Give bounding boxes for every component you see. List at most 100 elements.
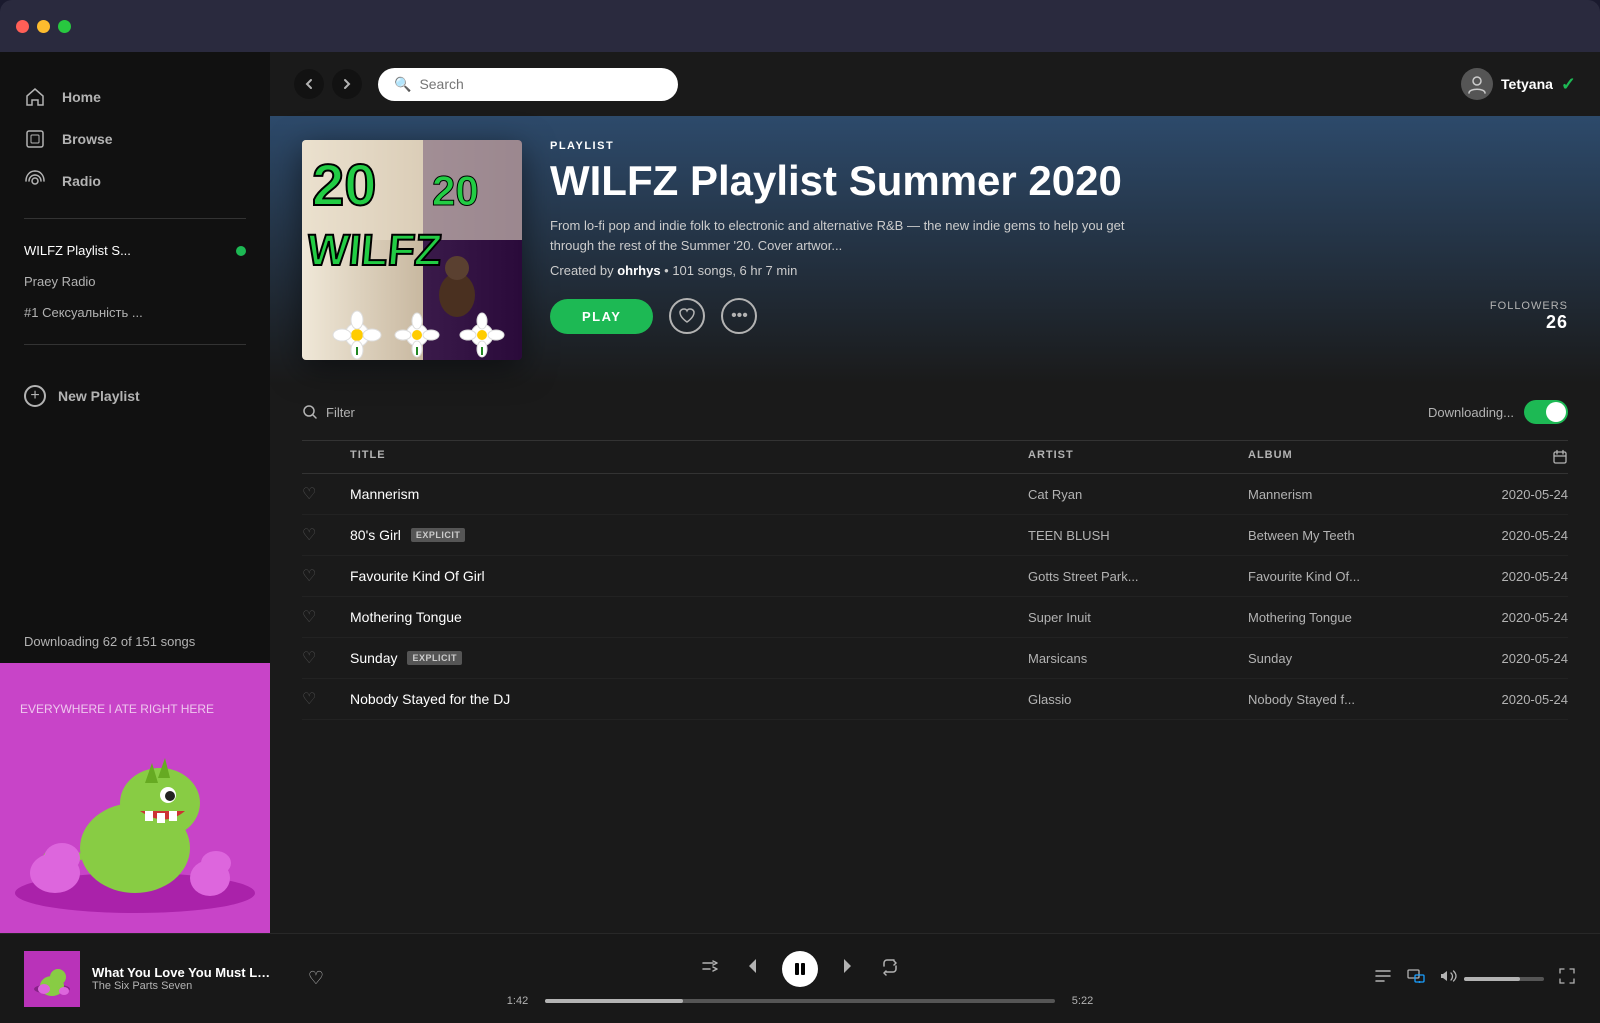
followers-label: FOLLOWERS: [1490, 300, 1568, 312]
playlist-title: WILFZ Playlist Summer 2020: [550, 158, 1568, 204]
volume-track[interactable]: [1464, 977, 1544, 981]
track-heart[interactable]: ♡: [302, 689, 350, 709]
sidebar-album-placeholder: EVERYWHERE I ATE RIGHT HERE: [0, 663, 270, 933]
col-artist-header: ARTIST: [1028, 449, 1248, 465]
sidebar-divider: [24, 218, 246, 219]
check-icon: ✓: [1561, 74, 1576, 95]
queue-button[interactable]: [1374, 967, 1392, 990]
title-bar: [0, 0, 1600, 52]
repeat-button[interactable]: [880, 956, 900, 982]
progress-track[interactable]: [545, 999, 1055, 1003]
shuffle-button[interactable]: [700, 956, 720, 982]
track-row[interactable]: ♡ Mannerism Cat Ryan Mannerism 2020-05-2…: [302, 474, 1568, 515]
volume-icon[interactable]: [1440, 967, 1458, 990]
more-options-button[interactable]: •••: [721, 298, 757, 334]
track-date: 2020-05-24: [1468, 651, 1568, 666]
svg-text:20: 20: [432, 167, 479, 214]
sidebar-item-browse[interactable]: Browse: [0, 118, 270, 160]
main-content: 🔍 Tetyana ✓: [270, 52, 1600, 933]
track-heart[interactable]: ♡: [302, 525, 350, 545]
sidebar-divider-2: [24, 344, 246, 345]
track-artist: Marsicans: [1028, 651, 1248, 666]
track-row[interactable]: ♡ Mothering Tongue Super Inuit Mothering…: [302, 597, 1568, 638]
like-button[interactable]: [669, 298, 705, 334]
track-date: 2020-05-24: [1468, 487, 1568, 502]
track-album: Sunday: [1248, 651, 1468, 666]
time-total: 5:22: [1065, 995, 1100, 1007]
sidebar-bottom: Downloading 62 of 151 songs: [0, 423, 270, 933]
download-toggle[interactable]: [1524, 400, 1568, 424]
home-icon: [24, 86, 46, 108]
svg-text:EVERYWHERE I ATE RIGHT HERE: EVERYWHERE I ATE RIGHT HERE: [20, 702, 214, 716]
browse-label: Browse: [62, 131, 113, 147]
close-button[interactable]: [16, 20, 29, 33]
track-row[interactable]: ♡ Sunday EXPLICIT Marsicans Sunday 2020-…: [302, 638, 1568, 679]
forward-button[interactable]: [332, 69, 362, 99]
sidebar-item-radio[interactable]: Radio: [0, 160, 270, 202]
nav-arrows: [294, 69, 362, 99]
track-date: 2020-05-24: [1468, 610, 1568, 625]
track-title-cell: 80's Girl EXPLICIT: [350, 527, 1028, 543]
username-label: Tetyana: [1501, 76, 1553, 92]
new-playlist-button[interactable]: + New Playlist: [0, 369, 270, 423]
app-container: Home Browse Radio: [0, 52, 1600, 933]
track-name: Mannerism: [350, 486, 419, 502]
search-icon: 🔍: [394, 76, 411, 93]
track-date: 2020-05-24: [1468, 528, 1568, 543]
maximize-button[interactable]: [58, 20, 71, 33]
home-label: Home: [62, 89, 101, 105]
track-name: 80's Girl: [350, 527, 401, 543]
back-button[interactable]: [294, 69, 324, 99]
track-album: Mothering Tongue: [1248, 610, 1468, 625]
active-playlist-dot: [236, 246, 246, 256]
sidebar-album-art: EVERYWHERE I ATE RIGHT HERE: [0, 663, 270, 933]
filter-input-area[interactable]: Filter: [302, 404, 355, 420]
track-heart[interactable]: ♡: [302, 648, 350, 668]
player-bar: What You Love You Must Love Now The Six …: [0, 933, 1600, 1023]
playlist-cover: 20 WILFZ 20: [302, 140, 522, 360]
devices-button[interactable]: [1406, 966, 1426, 991]
download-status: Downloading 62 of 151 songs: [0, 621, 270, 663]
now-playing-heart-button[interactable]: ♡: [308, 968, 324, 989]
track-heart[interactable]: ♡: [302, 484, 350, 504]
now-playing-info: What You Love You Must Love Now The Six …: [92, 965, 296, 992]
sidebar-playlist-wilfz[interactable]: WILFZ Playlist S...: [0, 235, 270, 266]
track-album: Favourite Kind Of...: [1248, 569, 1468, 584]
filter-placeholder: Filter: [326, 405, 355, 420]
now-playing-artist: The Six Parts Seven: [92, 980, 296, 992]
downloading-label: Downloading...: [1428, 405, 1514, 420]
svg-text:20: 20: [312, 153, 377, 218]
user-avatar: [1461, 68, 1493, 100]
next-button[interactable]: [838, 955, 860, 983]
sidebar-item-home[interactable]: Home: [0, 76, 270, 118]
track-heart[interactable]: ♡: [302, 566, 350, 586]
sidebar-playlist-praey[interactable]: Praey Radio: [0, 266, 270, 297]
track-row[interactable]: ♡ Nobody Stayed for the DJ Glassio Nobod…: [302, 679, 1568, 720]
previous-button[interactable]: [740, 955, 762, 983]
user-area: Tetyana ✓: [1461, 68, 1576, 100]
wilfz-playlist-label: WILFZ Playlist S...: [24, 243, 131, 258]
followers-info: FOLLOWERS 26: [1490, 300, 1568, 333]
search-input[interactable]: [419, 76, 662, 92]
play-button[interactable]: PLAY: [550, 299, 653, 334]
add-playlist-icon: +: [24, 385, 46, 407]
track-heart[interactable]: ♡: [302, 607, 350, 627]
pause-button[interactable]: [782, 951, 818, 987]
track-name: Sunday: [350, 650, 397, 666]
track-title-cell: Mothering Tongue: [350, 609, 1028, 625]
playlist-type-label: PLAYLIST: [550, 140, 1568, 152]
track-row[interactable]: ♡ 80's Girl EXPLICIT TEEN BLUSH Between …: [302, 515, 1568, 556]
progress-bar-container: 1:42 5:22: [500, 995, 1100, 1007]
fullscreen-button[interactable]: [1558, 967, 1576, 990]
minimize-button[interactable]: [37, 20, 50, 33]
player-right: [1276, 966, 1576, 991]
track-date: 2020-05-24: [1468, 692, 1568, 707]
new-playlist-label: New Playlist: [58, 388, 140, 404]
track-row[interactable]: ♡ Favourite Kind Of Girl Gotts Street Pa…: [302, 556, 1568, 597]
col-heart-header: [302, 449, 350, 465]
playlist-song-count: 101 songs, 6 hr 7 min: [672, 263, 797, 278]
search-bar[interactable]: 🔍: [378, 68, 678, 101]
sidebar-playlist-sexy[interactable]: #1 Сексуальність ...: [0, 297, 270, 328]
filter-bar: Filter Downloading...: [302, 384, 1568, 441]
track-list-area: Filter Downloading... TITLE ARTIST ALBUM: [270, 384, 1600, 933]
